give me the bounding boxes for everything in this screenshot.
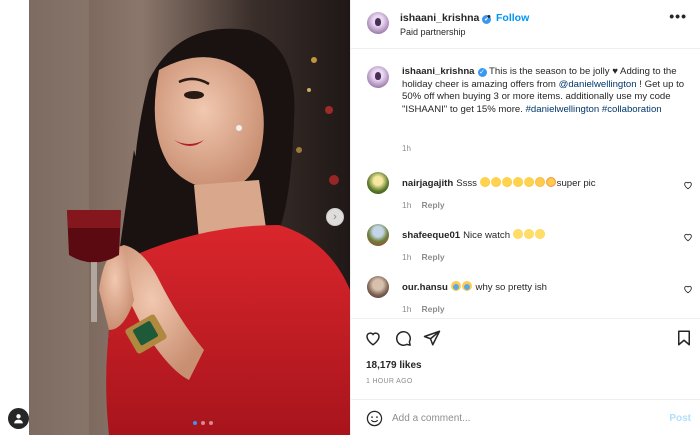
clapping-hands-icon — [501, 177, 512, 187]
follow-button[interactable]: Follow — [496, 12, 529, 24]
more-options-icon[interactable]: ••• — [669, 9, 687, 23]
like-heart-icon[interactable] — [364, 329, 382, 347]
comment-bubble-icon[interactable] — [394, 329, 412, 347]
bookmark-icon[interactable] — [675, 329, 693, 347]
post-header: ishaani_krishna ✓ • Follow Paid partnersh… — [351, 0, 700, 49]
hashtag-link[interactable]: #collaboration — [602, 104, 662, 115]
heart-eyes-icon — [545, 177, 556, 187]
smiling-face-icon — [523, 229, 534, 239]
comment-meta: 1h Reply — [402, 200, 455, 210]
paid-partnership-label[interactable]: Paid partnership — [400, 27, 466, 37]
avatar[interactable] — [367, 224, 389, 246]
reply-button[interactable]: Reply — [421, 304, 444, 314]
avatar[interactable] — [367, 66, 389, 88]
avatar[interactable] — [367, 276, 389, 298]
person-icon — [14, 414, 23, 424]
carousel-dot[interactable] — [209, 421, 213, 425]
crying-face-icon — [461, 281, 472, 291]
photo-scene — [29, 0, 350, 435]
comment-body: why so pretty ish — [472, 282, 547, 293]
like-comment-heart-icon[interactable] — [683, 180, 693, 190]
profile-icon[interactable] — [8, 408, 29, 429]
comment-time: 1h — [402, 304, 412, 314]
comment-text: shafeeque01 Nice watch — [402, 229, 546, 241]
comment: our.hansu why so pretty ish 1h Reply — [351, 276, 700, 316]
comment-text: nairjagajith Ssss super pic — [402, 177, 596, 189]
comment-time: 1h — [402, 200, 412, 210]
chevron-right-icon: › — [333, 211, 337, 223]
carousel-dots — [193, 421, 213, 425]
crying-face-icon — [450, 281, 461, 291]
post-timestamp[interactable]: 1 HOUR AGO — [366, 378, 413, 385]
carousel-dot[interactable] — [193, 421, 197, 425]
clapping-hands-icon — [479, 177, 490, 187]
comment-username[interactable]: shafeeque01 — [402, 230, 460, 241]
comment-meta: 1h Reply — [402, 252, 455, 262]
caption-part: This is the season to be jolly — [486, 66, 613, 77]
comment-time: 1h — [402, 252, 412, 262]
post-author[interactable]: ishaani_krishna ✓ — [400, 12, 492, 24]
verified-badge-icon: ✓ — [477, 68, 487, 77]
separator: • — [487, 11, 491, 23]
comment-input[interactable] — [392, 408, 652, 428]
post-panel: ishaani_krishna ✓ • Follow Paid partnersh… — [350, 0, 700, 435]
post-photo[interactable] — [29, 0, 350, 435]
like-comment-heart-icon[interactable] — [683, 284, 693, 294]
likes-count[interactable]: 18,179 likes — [366, 360, 422, 371]
comment: nairjagajith Ssss super pic 1h Reply — [351, 172, 700, 212]
reply-button[interactable]: Reply — [421, 252, 444, 262]
avatar[interactable] — [367, 12, 389, 34]
comment-body: super pic — [556, 178, 596, 189]
next-photo-button[interactable]: › — [326, 208, 344, 226]
caption-time: 1h — [402, 144, 411, 153]
comment: shafeeque01 Nice watch 1h Reply — [351, 224, 700, 264]
hashtag-link[interactable]: #danielwellington — [526, 104, 600, 115]
clapping-hands-icon — [512, 177, 523, 187]
smiling-face-icon — [534, 229, 545, 239]
comment-body: Nice watch — [463, 230, 513, 241]
left-gutter — [0, 0, 29, 435]
like-comment-heart-icon[interactable] — [683, 232, 693, 242]
action-bar — [351, 318, 700, 356]
comment-body: Ssss — [456, 178, 480, 189]
comment-meta: 1h Reply — [402, 304, 455, 314]
caption-username[interactable]: ishaani_krishna — [402, 66, 475, 77]
comment-composer: Post — [351, 399, 700, 435]
share-send-icon[interactable] — [423, 329, 441, 347]
avatar[interactable] — [367, 172, 389, 194]
reply-button[interactable]: Reply — [421, 200, 444, 210]
star-struck-icon — [534, 177, 545, 187]
emoji-picker-icon[interactable] — [366, 410, 383, 427]
carousel-dot[interactable] — [201, 421, 205, 425]
mention-link[interactable]: @danielwellington — [559, 79, 637, 90]
clapping-hands-icon — [490, 177, 501, 187]
post-comment-button[interactable]: Post — [669, 413, 691, 424]
caption-text: ishaani_krishna ✓ This is the season to b… — [402, 66, 697, 116]
comment-username[interactable]: our.hansu — [402, 282, 448, 293]
comment-username[interactable]: nairjagajith — [402, 178, 453, 189]
clapping-hands-icon — [523, 177, 534, 187]
smiling-face-icon — [512, 229, 523, 239]
comment-text: our.hansu why so pretty ish — [402, 281, 547, 293]
username[interactable]: ishaani_krishna — [400, 12, 479, 24]
